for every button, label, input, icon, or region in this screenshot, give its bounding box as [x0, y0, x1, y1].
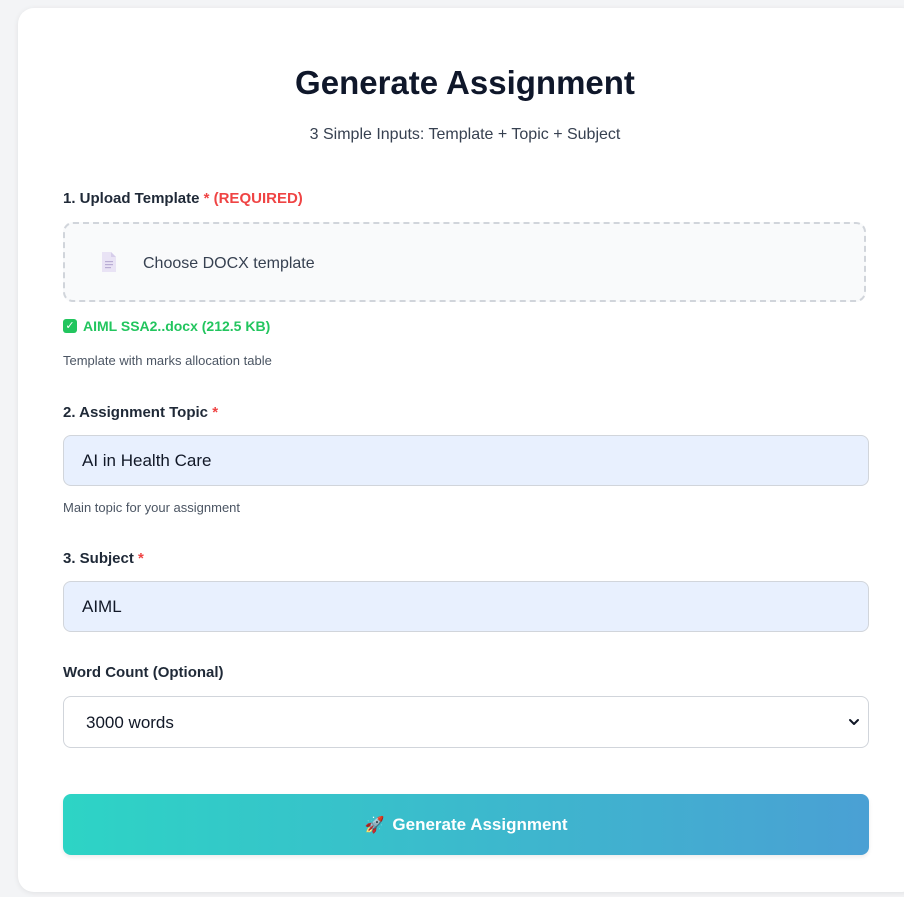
generate-assignment-button[interactable]: 🚀 Generate Assignment: [63, 794, 869, 855]
uploaded-file-name: AIML SSA2..docx (212.5 KB): [83, 318, 271, 334]
dropzone-text: Choose DOCX template: [143, 255, 315, 272]
topic-help-text: Main topic for your assignment: [63, 500, 241, 515]
subject-input[interactable]: [63, 581, 869, 632]
word-count-select[interactable]: 3000 words: [63, 696, 869, 748]
template-label-text: 1. Upload Template: [63, 190, 200, 207]
word-count-selected: 3000 words: [86, 713, 174, 732]
document-icon: [102, 252, 116, 272]
page-title: Generate Assignment: [295, 64, 635, 101]
required-tag: (REQUIRED): [213, 190, 303, 207]
uploaded-file-status: ✓ AIML SSA2..docx (212.5 KB): [63, 318, 270, 334]
required-asterisk: *: [203, 190, 210, 207]
template-label: 1. Upload Template * (REQUIRED): [63, 190, 303, 207]
chevron-down-icon: [849, 719, 859, 725]
topic-input[interactable]: [63, 435, 869, 486]
subject-label: 3. Subject *: [63, 550, 144, 567]
checkmark-icon: ✓: [63, 319, 77, 333]
required-asterisk: *: [138, 550, 144, 567]
word-count-label: Word Count (Optional): [63, 664, 224, 681]
generate-button-label: Generate Assignment: [392, 814, 568, 834]
subject-label-text: 3. Subject: [63, 550, 134, 567]
topic-label: 2. Assignment Topic *: [63, 404, 218, 421]
topic-label-text: 2. Assignment Topic: [63, 404, 209, 421]
template-help-text: Template with marks allocation table: [63, 353, 272, 368]
required-asterisk: *: [212, 404, 219, 421]
template-dropzone[interactable]: Choose DOCX template: [63, 222, 866, 302]
page-subtitle: 3 Simple Inputs: Template + Topic + Subj…: [309, 126, 621, 143]
rocket-icon: 🚀: [364, 816, 385, 834]
